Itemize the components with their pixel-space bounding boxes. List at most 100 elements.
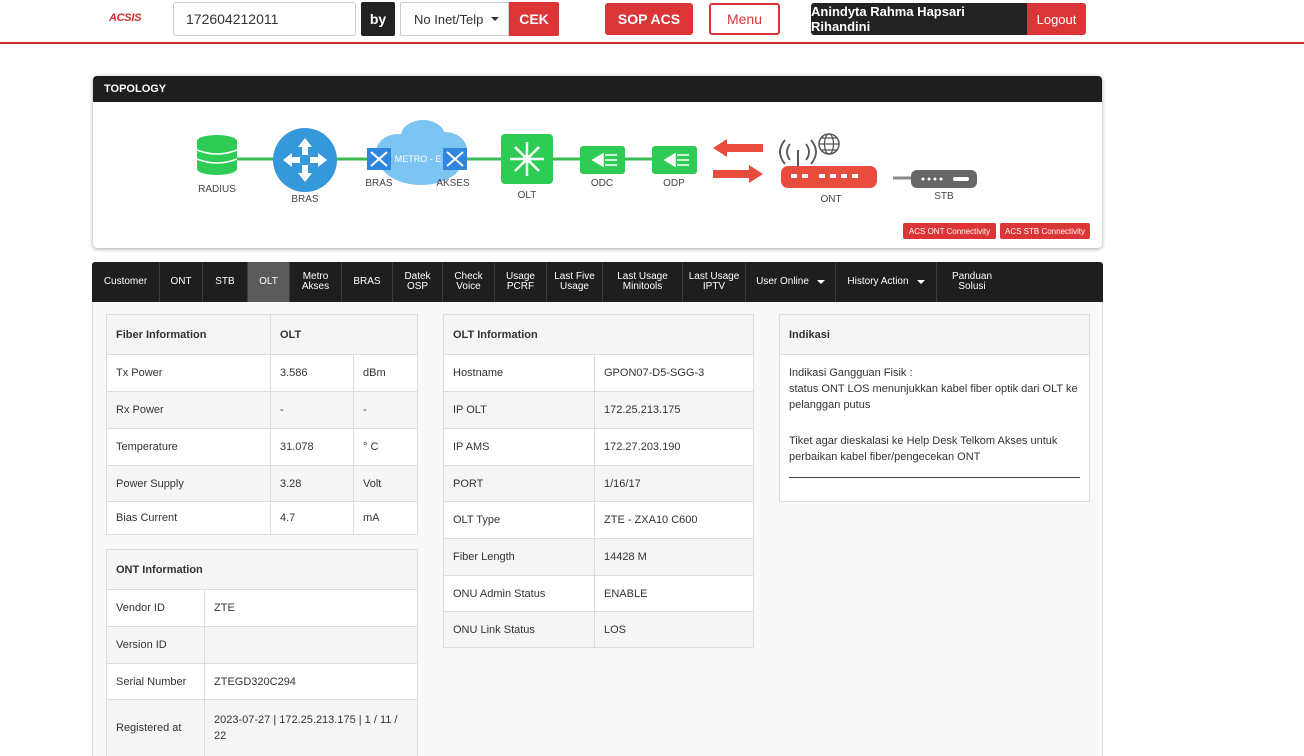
caret-down-icon xyxy=(816,280,825,284)
bidirectional-arrows-icon xyxy=(713,139,763,183)
odc-label: ODC xyxy=(591,178,613,189)
tab-bras[interactable]: BRAS xyxy=(342,262,393,302)
akses-label: AKSES xyxy=(436,178,470,189)
sop-acs-button[interactable]: SOP ACS xyxy=(605,3,693,35)
user-name-label: Anindyta Rahma Hapsari Rihandini xyxy=(811,3,1027,35)
tab-user-online[interactable]: User Online xyxy=(746,262,836,302)
tab-ont[interactable]: ONT xyxy=(160,262,203,302)
indikasi-line-3: Tiket agar dieskalasi ke Help Desk Telko… xyxy=(789,435,1058,463)
ont-information-table: ONT Information Vendor ID ZTE Version ID… xyxy=(106,549,418,756)
table-row: IP OLT 172.25.213.175 xyxy=(444,392,753,429)
indikasi-panel: Indikasi Indikasi Gangguan Fisik : statu… xyxy=(779,314,1090,502)
row-unit: Volt xyxy=(353,466,417,501)
table-row: Temperature 31.078 ° C xyxy=(107,429,417,466)
table-row: Tx Power 3.586 dBm xyxy=(107,355,417,392)
ont-title: ONT Information xyxy=(116,563,203,576)
menu-button[interactable]: Menu xyxy=(709,3,780,35)
fiber-olt-column: OLT xyxy=(270,315,417,354)
bras-router-icon xyxy=(273,128,337,192)
row-label: OLT Type xyxy=(453,514,501,526)
table-header: ONT Information xyxy=(107,550,417,590)
row-label: Registered at xyxy=(116,722,182,734)
search-type-select[interactable]: No Inet/Telp xyxy=(400,2,509,36)
row-value: 14428 M xyxy=(594,539,753,575)
row-value: ZTE xyxy=(204,590,417,626)
detail-tabs: Customer ONT STB OLT Metro Akses BRAS Da… xyxy=(92,262,1103,302)
radius-database-icon xyxy=(196,135,238,175)
table-row: Bias Current 4.7 mA xyxy=(107,502,417,534)
ont-label: ONT xyxy=(820,194,841,205)
row-value: 172.25.213.175 xyxy=(594,392,753,428)
table-row: ONU Link Status LOS xyxy=(444,612,753,647)
tab-check-voice[interactable]: Check Voice xyxy=(443,262,495,302)
tab-customer[interactable]: Customer xyxy=(92,262,160,302)
table-header: OLT Information xyxy=(444,315,753,355)
top-bar: ACSIS by No Inet/Telp CEK SOP ACS Menu A… xyxy=(0,0,1304,44)
bras-label: BRAS xyxy=(291,194,319,205)
table-row: Power Supply 3.28 Volt xyxy=(107,466,417,502)
indikasi-line-1: Indikasi Gangguan Fisik : xyxy=(789,367,913,379)
tab-content: Fiber Information OLT Tx Power 3.586 dBm… xyxy=(92,302,1103,756)
indikasi-line-2: status ONT LOS menunjukkan kabel fiber o… xyxy=(789,383,1078,411)
acs-ont-connectivity-button[interactable]: ACS ONT Connectivity xyxy=(903,223,996,239)
tab-metro-akses[interactable]: Metro Akses xyxy=(290,262,342,302)
tab-datek-osp[interactable]: Datek OSP xyxy=(393,262,443,302)
row-label: Rx Power xyxy=(116,404,164,416)
odp-splitter-icon xyxy=(652,146,697,174)
table-row: ONU Admin Status ENABLE xyxy=(444,576,753,612)
table-row: Serial Number ZTEGD320C294 xyxy=(107,664,417,700)
row-value: - xyxy=(270,392,353,428)
metro-bras-label: BRAS xyxy=(365,178,393,189)
tab-last-usage-iptv[interactable]: Last Usage IPTV xyxy=(683,262,746,302)
row-label: ONU Link Status xyxy=(453,623,535,636)
tab-panduan-solusi[interactable]: Panduan Solusi xyxy=(937,262,1007,302)
ont-router-icon xyxy=(781,166,877,188)
tab-olt[interactable]: OLT xyxy=(248,262,290,302)
cek-button[interactable]: CEK xyxy=(509,2,559,36)
tab-usage-pcrf[interactable]: Usage PCRF xyxy=(495,262,547,302)
search-input[interactable] xyxy=(173,2,356,36)
logout-button[interactable]: Logout xyxy=(1027,3,1086,35)
table-row: IP AMS 172.27.203.190 xyxy=(444,429,753,466)
row-value: 3.28 xyxy=(270,466,353,501)
row-value: 31.078 xyxy=(270,429,353,465)
fiber-title: Fiber Information xyxy=(116,328,207,341)
row-value: LOS xyxy=(594,612,753,647)
acsis-logo[interactable]: ACSIS xyxy=(109,12,141,24)
caret-down-icon xyxy=(916,280,925,284)
tab-history-action-label: History Action xyxy=(847,276,909,287)
radius-label: RADIUS xyxy=(198,184,236,195)
caret-down-icon xyxy=(491,17,500,21)
table-header: Fiber Information OLT xyxy=(107,315,417,355)
odp-label: ODP xyxy=(663,178,685,189)
row-value: ZTE - ZXA10 C600 xyxy=(594,502,753,538)
tab-stb[interactable]: STB xyxy=(203,262,248,302)
stb-device-icon xyxy=(911,170,977,188)
row-label: IP OLT xyxy=(453,404,487,416)
acs-stb-connectivity-button[interactable]: ACS STB Connectivity xyxy=(1000,223,1090,239)
row-value: 4.7 xyxy=(270,502,353,534)
row-value: ZTEGD320C294 xyxy=(204,664,417,699)
row-label: ONU Admin Status xyxy=(453,587,546,600)
row-unit: mA xyxy=(353,502,417,534)
row-label: Hostname xyxy=(453,367,504,379)
row-label: Serial Number xyxy=(116,675,187,688)
table-row: Vendor ID ZTE xyxy=(107,590,417,627)
row-unit: ° C xyxy=(353,429,417,465)
table-row: Rx Power - - xyxy=(107,392,417,429)
row-label: PORT xyxy=(453,477,484,490)
olt-title: OLT Information xyxy=(453,328,538,341)
row-value: 1/16/17 xyxy=(594,466,753,501)
row-label: Power Supply xyxy=(116,477,184,490)
odc-splitter-icon xyxy=(580,146,625,174)
table-row: Hostname GPON07-D5-SGG-3 xyxy=(444,355,753,392)
row-value: 172.27.203.190 xyxy=(594,429,753,465)
table-header: Indikasi xyxy=(780,315,1089,355)
tab-last-five-usage[interactable]: Last Five Usage xyxy=(547,262,603,302)
table-row: Registered at 2023-07-27 | 172.25.213.17… xyxy=(107,700,417,756)
tab-last-usage-minitools[interactable]: Last Usage Minitools xyxy=(603,262,683,302)
metro-cloud-icon xyxy=(367,120,467,185)
olt-information-table: OLT Information Hostname GPON07-D5-SGG-3… xyxy=(443,314,754,648)
olt-switch-icon xyxy=(501,134,553,184)
tab-history-action[interactable]: History Action xyxy=(836,262,937,302)
